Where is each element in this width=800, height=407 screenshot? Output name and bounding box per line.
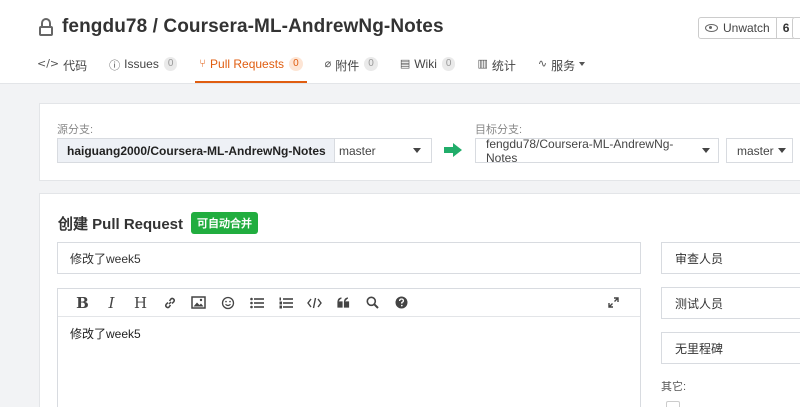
source-branch-label: 源分支: (57, 124, 94, 136)
other-option-checkbox[interactable] (666, 401, 680, 407)
repo-name[interactable]: fengdu78 / Coursera-ML-AndrewNg-Notes (62, 16, 444, 38)
target-repo-dropdown[interactable]: fengdu78/Coursera-ML-AndrewNg-Notes (475, 136, 719, 165)
chevron-down-icon (579, 62, 586, 66)
auto-merge-badge: 可自动合并 (191, 212, 259, 234)
tab-label: Pull Requests (210, 57, 285, 71)
tab-badge: 0 (163, 57, 178, 71)
chevron-down-icon (702, 148, 710, 153)
target-branch-label: 目标分支: (475, 124, 523, 136)
tab-label: Issues (124, 57, 159, 71)
attachment-icon: ⌀ (324, 57, 332, 70)
branch-selector-card: 源分支: haiguang2000/Coursera-ML-AndrewNg-N… (39, 103, 800, 181)
bold-button[interactable]: B (70, 293, 95, 313)
quote-icon[interactable] (331, 293, 356, 313)
issue-icon: ⓘ (109, 59, 121, 72)
tab-badge: 0 (441, 57, 456, 71)
fullscreen-icon[interactable] (601, 293, 626, 313)
pulse-icon: ∿ (537, 57, 548, 70)
tab-pull-requests[interactable]: ⑂ Pull Requests 0 (195, 52, 307, 84)
help-icon[interactable] (389, 293, 414, 313)
tab-badge: 0 (289, 57, 303, 71)
source-repo: haiguang2000/Coursera-ML-AndrewNg-Notes (58, 139, 335, 162)
unwatch-label: Unwatch (723, 21, 770, 35)
code-icon[interactable] (302, 293, 327, 313)
italic-button[interactable]: I (99, 293, 124, 313)
tab-attachments[interactable]: ⌀ 附件 0 (325, 52, 378, 84)
editor-toolbar: B I H (58, 289, 640, 317)
lock-icon (38, 18, 54, 36)
create-pr-card: 创建 Pull Request 可自动合并 B I H (39, 193, 800, 407)
tab-services[interactable]: ∿ 服务 (537, 52, 586, 84)
tab-label: 附件 (335, 59, 360, 73)
tab-label: 服务 (551, 59, 576, 73)
star-button[interactable] (792, 17, 800, 39)
repo-header: fengdu78 / Coursera-ML-AndrewNg-Notes Un… (0, 0, 800, 84)
link-icon[interactable] (157, 293, 182, 313)
source-branch-select[interactable]: haiguang2000/Coursera-ML-AndrewNg-Notes … (57, 138, 432, 163)
tab-stats[interactable]: ▥ 统计 (477, 52, 515, 84)
source-branch-dropdown[interactable]: master (335, 139, 431, 162)
heading-button[interactable]: H (128, 293, 153, 313)
tab-badge: 0 (364, 57, 378, 71)
tab-label: 代码 (63, 59, 88, 73)
tab-issues[interactable]: ⓘ Issues 0 (109, 52, 178, 84)
milestone-select[interactable]: 无里程碑 (661, 332, 800, 364)
bullet-list-icon[interactable] (244, 293, 269, 313)
pr-heading: 创建 Pull Request 可自动合并 (58, 212, 259, 234)
stats-icon: ▥ (477, 57, 488, 70)
testers-select[interactable]: 测试人员 (661, 287, 800, 319)
wiki-icon: ▤ (399, 57, 411, 70)
tab-label: 统计 (491, 59, 516, 73)
arrow-right-icon (444, 143, 462, 157)
code-icon: </> (37, 57, 60, 70)
tab-wiki[interactable]: ▤ Wiki 0 (400, 52, 456, 84)
eye-icon (705, 24, 718, 32)
tab-code[interactable]: </> 代码 (37, 52, 87, 84)
ordered-list-icon[interactable] (273, 293, 298, 313)
markdown-editor: B I H 修改了week5 (57, 288, 641, 407)
tab-label: Wiki (414, 57, 437, 71)
chevron-down-icon (413, 148, 421, 153)
search-icon[interactable] (360, 293, 385, 313)
emoji-icon[interactable] (215, 293, 240, 313)
chevron-down-icon (778, 148, 786, 153)
source-branch-value: master (339, 143, 376, 158)
target-branch-value: master (737, 143, 774, 158)
other-label: 其它: (661, 381, 687, 393)
reviewers-select[interactable]: 审查人员 (661, 242, 800, 274)
repo-title-bar: fengdu78 / Coursera-ML-AndrewNg-Notes (38, 16, 444, 38)
pull-request-icon: ⑂ (199, 57, 207, 70)
unwatch-button[interactable]: Unwatch 6 (698, 17, 797, 39)
target-repo-value: fengdu78/Coursera-ML-AndrewNg-Notes (486, 136, 674, 165)
pr-title-input[interactable] (57, 242, 641, 274)
repo-tabs: </> 代码 ⓘ Issues 0 ⑂ Pull Requests 0 ⌀ 附件… (37, 52, 607, 84)
image-icon[interactable] (186, 293, 211, 313)
pr-body-textarea[interactable]: 修改了week5 (58, 317, 640, 350)
target-branch-dropdown[interactable]: master (726, 138, 793, 163)
page-title: 创建 Pull Request (58, 215, 184, 233)
